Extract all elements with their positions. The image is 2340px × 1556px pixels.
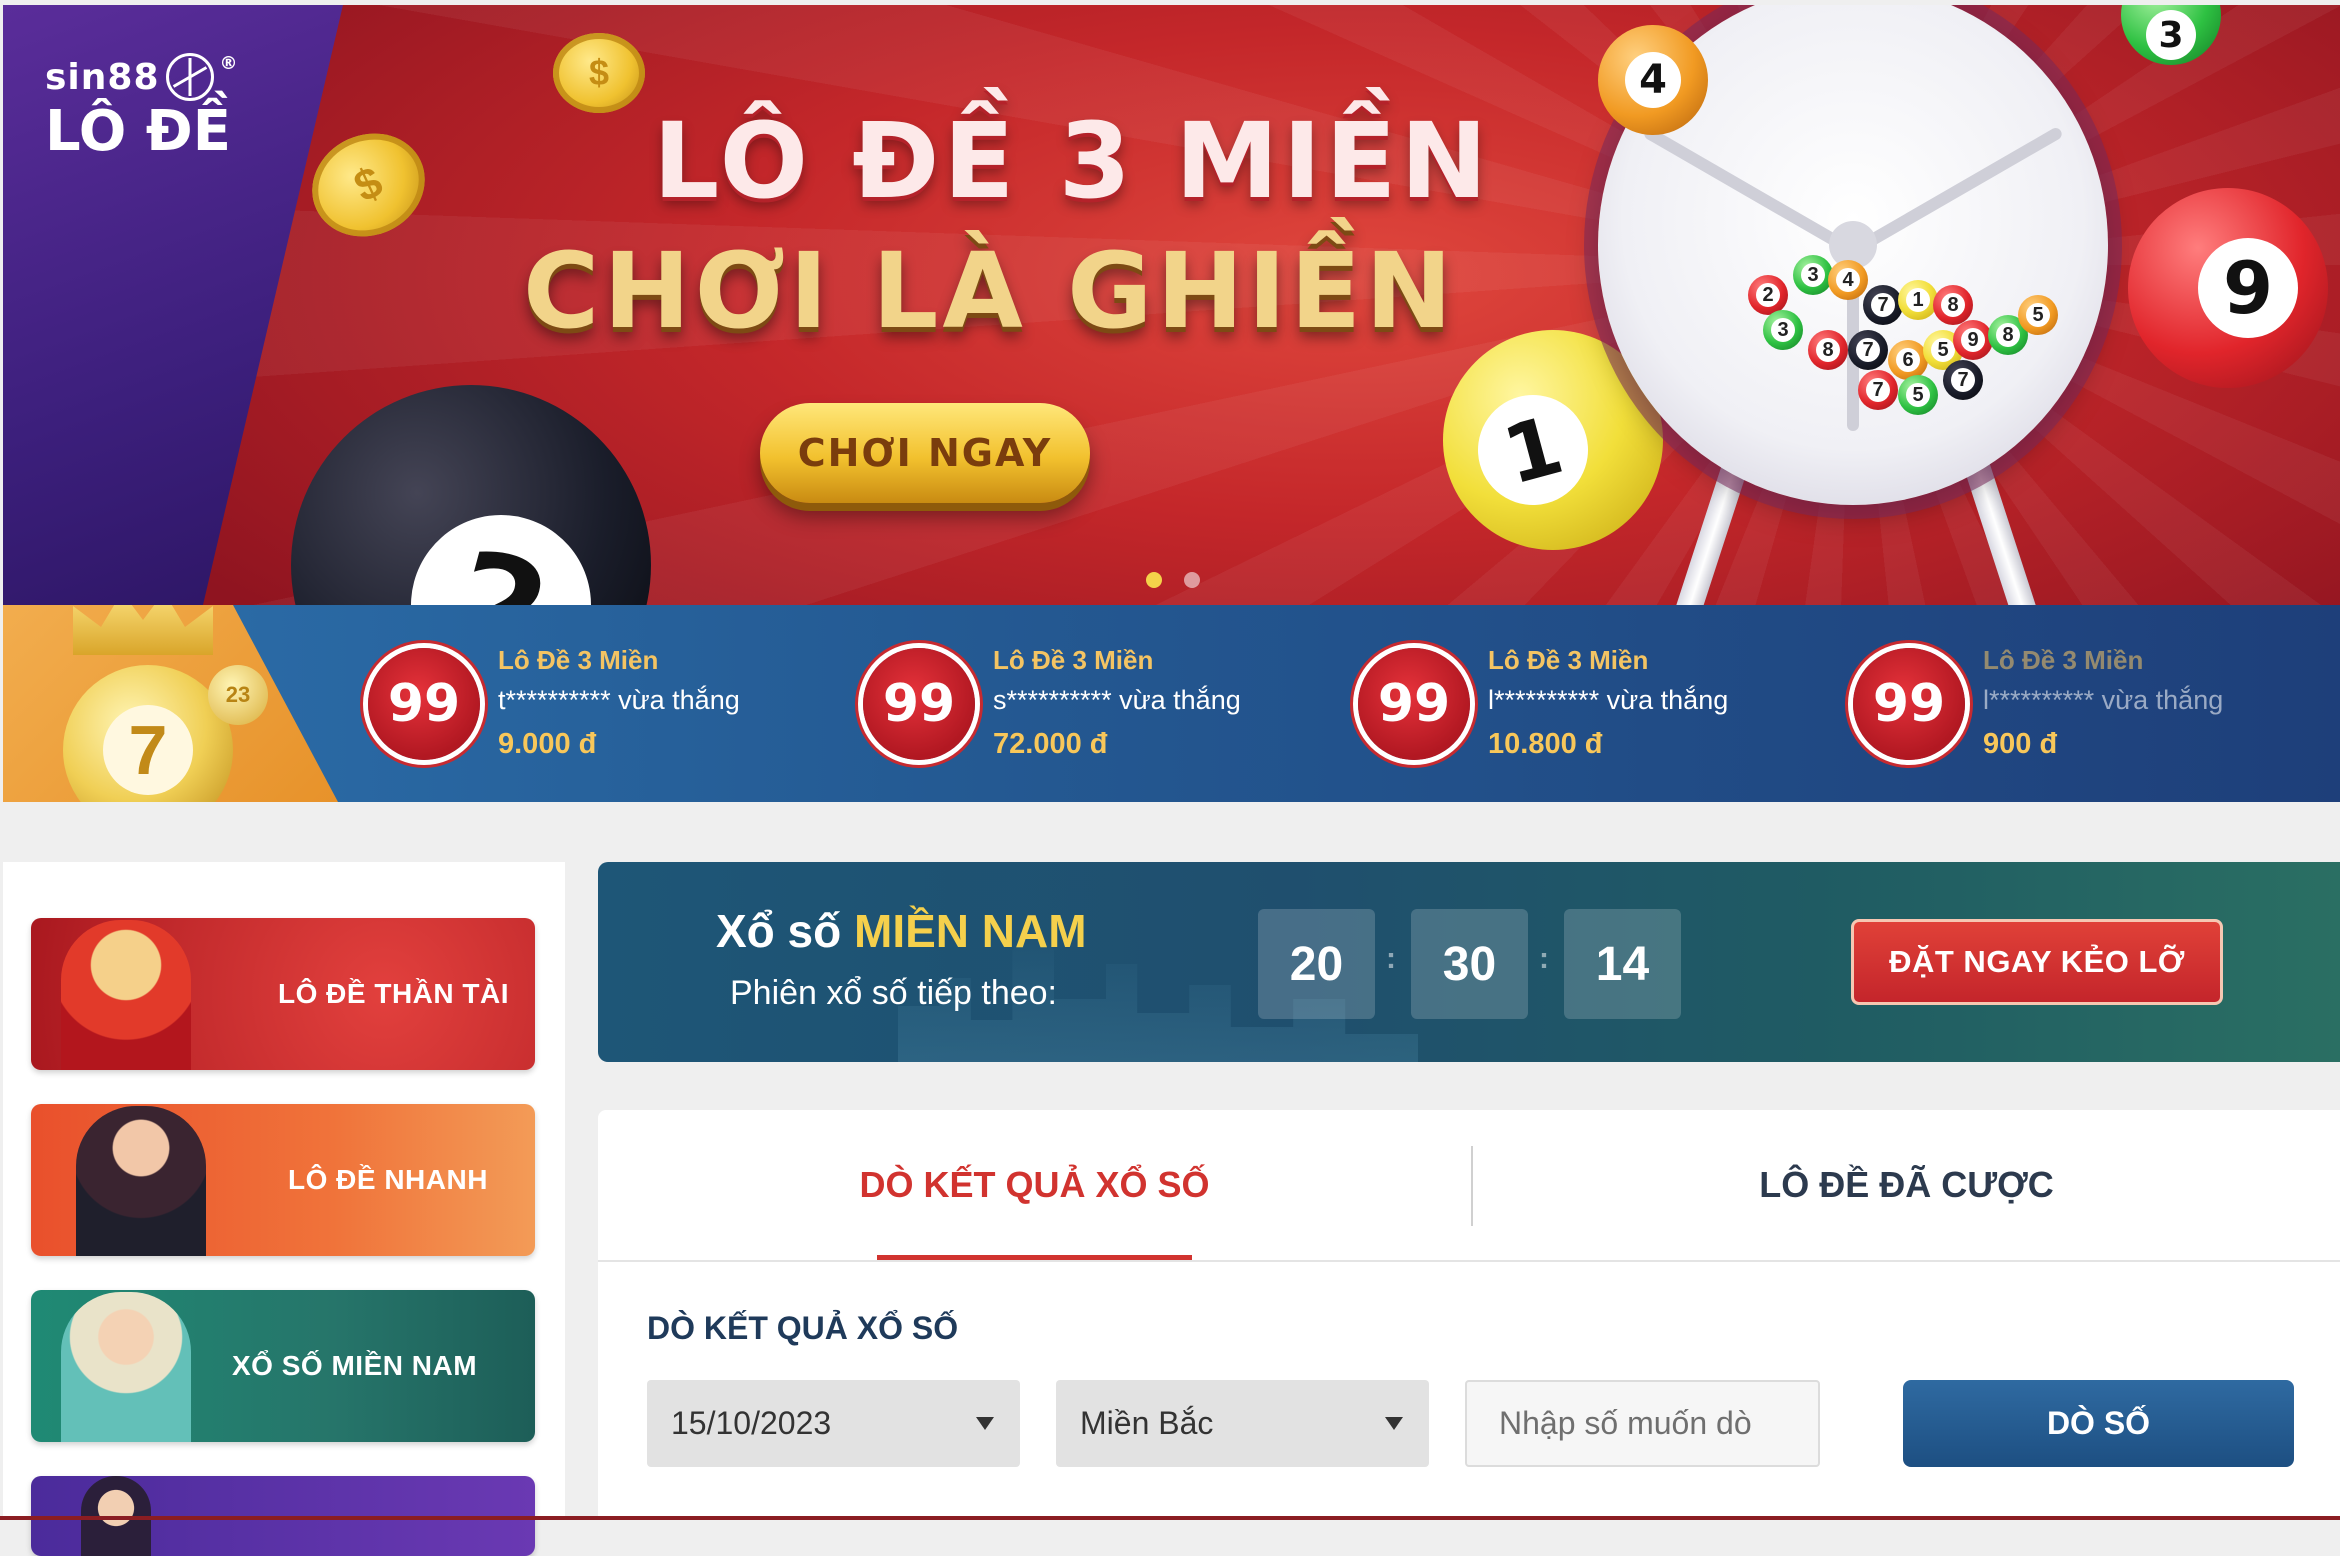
winner-badge: 99 [368, 648, 480, 760]
small-ball-icon: 23 [208, 665, 268, 725]
winner-amount: 10.800 đ [1488, 728, 1603, 760]
countdown-region: MIỀN NAM [854, 905, 1087, 957]
winner-game: Lô Đề 3 Miền [498, 645, 659, 675]
sidebar-item-lo-de-than-tai[interactable]: LÔ ĐỀ THẦN TÀI [31, 918, 535, 1070]
tab-bar-border [598, 1260, 2340, 1262]
chevron-down-icon [976, 1417, 994, 1430]
winners-ticker: 7 23 99 Lô Đề 3 Miền t********** vừa thắ… [3, 605, 2340, 802]
sidebar-item-xo-so-mien-nam[interactable]: XỔ SỐ MIỀN NAM [31, 1290, 535, 1442]
date-value: 15/10/2023 [671, 1405, 832, 1441]
play-now-button[interactable]: CHƠI NGAY [760, 403, 1090, 503]
gold-coin-icon: $ [553, 33, 645, 113]
countdown-seconds: 14 [1564, 909, 1681, 1019]
bet-now-button[interactable]: ĐẶT NGAY KẺO LỠ [1851, 919, 2223, 1005]
winner-amount: 72.000 đ [993, 728, 1108, 760]
hero-tagline: CHƠI LÀ GHIỀN [523, 230, 1457, 352]
winner-user: s********** vừa thắng [993, 685, 1241, 715]
tab-lottery-results[interactable]: DÒ KẾT QUẢ XỔ SỐ [598, 1110, 1471, 1260]
brand-logo[interactable]: sin88 ® LÔ ĐỀ [45, 53, 239, 161]
countdown-hours: 20 [1258, 909, 1375, 1019]
winner-badge: 99 [863, 648, 975, 760]
chevron-down-icon [1385, 1417, 1403, 1430]
logo-wheel-icon [165, 53, 214, 101]
winner-user: l********** vừa thắng [1983, 685, 2224, 715]
sidebar-item-label: LÔ ĐỀ THẦN TÀI [278, 978, 509, 1009]
check-number-button[interactable]: DÒ SỐ [1903, 1380, 2294, 1467]
logo-product-text: LÔ ĐỀ [45, 99, 231, 164]
bottom-strip [0, 1516, 2340, 1520]
winner-amount: 9.000 đ [498, 728, 597, 760]
sidebar-item-lo-de-nhanh[interactable]: LÔ ĐỀ NHANH [31, 1104, 535, 1256]
region-value: Miền Bắc [1080, 1405, 1214, 1441]
countdown-minutes: 30 [1411, 909, 1528, 1019]
sidebar-item-label: LÔ ĐỀ NHANH [288, 1164, 488, 1195]
game-sidebar: LÔ ĐỀ THẦN TÀI LÔ ĐỀ NHANH XỔ SỐ MIỀN NA… [3, 862, 565, 1556]
countdown-title: Xổ số MIỀN NAM [716, 904, 1087, 958]
winner-game: Lô Đề 3 Miền [1983, 645, 2144, 675]
winner-game: Lô Đề 3 Miền [1488, 645, 1649, 675]
draw-countdown-banner: Xổ số MIỀN NAM Phiên xổ số tiếp theo: 20… [598, 862, 2340, 1062]
host-avatar-icon [61, 1292, 191, 1442]
winner-game: Lô Đề 3 Miền [993, 645, 1154, 675]
hero-banner[interactable]: sin88 ® LÔ ĐỀ $ $ LÔ ĐỀ 3 MIỀN CHƠI LÀ G… [3, 5, 2340, 605]
winner-badge: 99 [1853, 648, 1965, 760]
logo-brand-text: sin88 [45, 56, 160, 98]
sidebar-item-label: XỔ SỐ MIỀN NAM [232, 1350, 478, 1381]
god-of-wealth-icon [61, 920, 191, 1070]
date-select[interactable]: 15/10/2023 [647, 1380, 1020, 1467]
lottery-ball-icon: 9 [2128, 188, 2328, 388]
results-panel: DÒ KẾT QUẢ XỔ SỐ LÔ ĐỀ ĐÃ CƯỢC DÒ KẾT QU… [598, 1110, 2340, 1520]
countdown-subtitle: Phiên xổ số tiếp theo: [730, 974, 1058, 1012]
countdown-separator: : [1386, 942, 1396, 975]
lottery-ball-icon: 4 [1598, 25, 1708, 135]
tab-placed-bets[interactable]: LÔ ĐỀ ĐÃ CƯỢC [1473, 1110, 2340, 1260]
carousel-dot-active[interactable] [1146, 572, 1162, 588]
section-title: DÒ KẾT QUẢ XỔ SỐ [647, 1310, 959, 1346]
host-avatar-icon [76, 1106, 206, 1256]
countdown-title-prefix: Xổ số [716, 905, 842, 957]
countdown-separator: : [1539, 942, 1549, 975]
region-select[interactable]: Miền Bắc [1056, 1380, 1429, 1467]
hero-headline: LÔ ĐỀ 3 MIỀN [653, 100, 1492, 222]
winner-badge: 99 [1358, 648, 1470, 760]
winner-amount: 900 đ [1983, 728, 2058, 760]
winner-user: l********** vừa thắng [1488, 685, 1729, 715]
registered-mark: ® [219, 53, 239, 74]
number-search-input[interactable] [1465, 1380, 1820, 1467]
carousel-dot[interactable] [1184, 572, 1200, 588]
carousel-pagination[interactable] [1146, 572, 1200, 588]
winner-user: t********** vừa thắng [498, 685, 740, 715]
